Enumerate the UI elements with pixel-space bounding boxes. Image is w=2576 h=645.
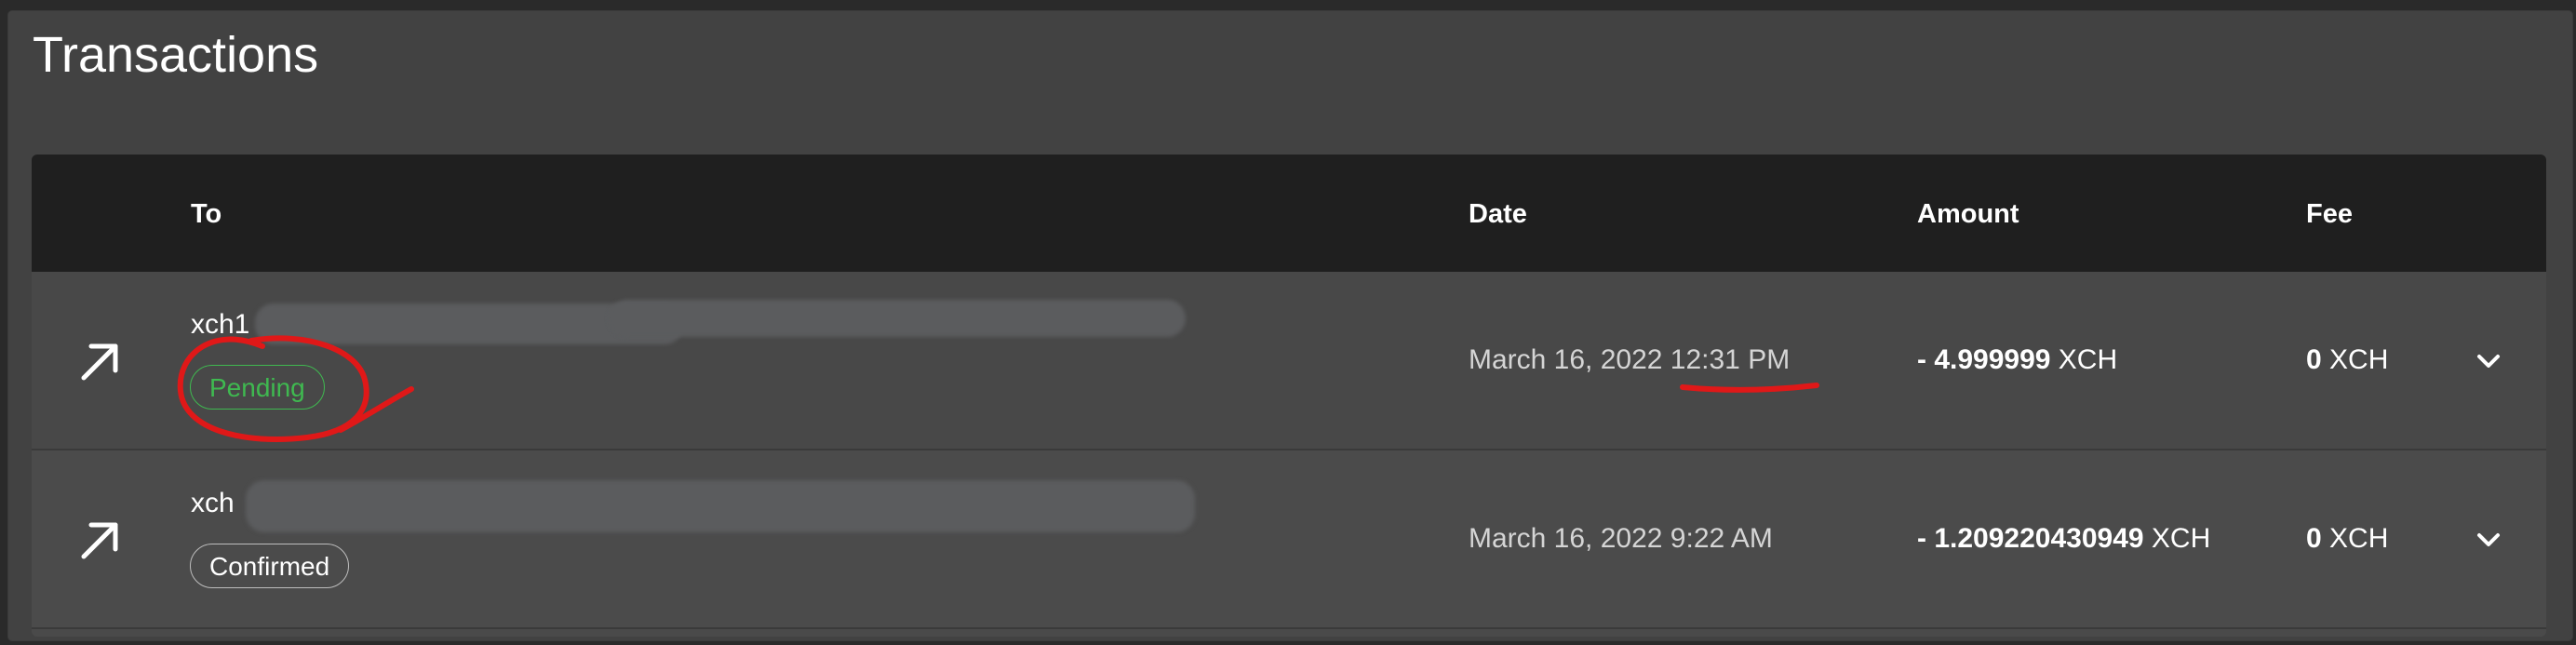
redacted-address-blur xyxy=(609,300,1186,337)
chevron-down-icon[interactable] xyxy=(2472,523,2505,557)
fee-value: 0 xyxy=(2306,344,2322,375)
column-header-fee[interactable]: Fee xyxy=(2306,199,2353,230)
chevron-down-icon[interactable] xyxy=(2472,344,2505,378)
recipient-address: xch1 xyxy=(191,309,250,340)
transaction-amount: - 4.999999 XCH xyxy=(1917,344,2117,376)
amount-value: - 1.209220430949 xyxy=(1917,523,2144,554)
transaction-date: March 16, 2022 9:22 AM xyxy=(1469,523,1773,554)
page-title: Transactions xyxy=(33,27,319,83)
column-header-date[interactable]: Date xyxy=(1469,199,1527,230)
transaction-date: March 16, 2022 12:31 PM xyxy=(1469,344,1791,375)
fee-value: 0 xyxy=(2306,523,2322,554)
table-header: To Date Amount Fee xyxy=(32,155,2546,272)
amount-unit: XCH xyxy=(2151,523,2211,554)
app-background: Transactions To Date Amount Fee xch1 Pen… xyxy=(0,0,2576,645)
transaction-amount: - 1.209220430949 XCH xyxy=(1917,523,2210,555)
fee-unit: XCH xyxy=(2329,344,2389,375)
amount-value: - 4.999999 xyxy=(1917,344,2051,375)
transactions-table: To Date Amount Fee xch1 Pending March 16… xyxy=(32,155,2546,637)
amount-unit: XCH xyxy=(2058,344,2118,375)
arrow-up-right-icon xyxy=(81,343,118,381)
arrow-up-right-icon xyxy=(81,522,118,559)
transaction-fee: 0 XCH xyxy=(2306,344,2388,376)
column-header-amount[interactable]: Amount xyxy=(1917,199,2019,230)
recipient-address: xch xyxy=(191,488,235,518)
status-badge: Pending xyxy=(190,365,325,410)
status-badge: Confirmed xyxy=(190,544,350,588)
table-row[interactable]: xch1 Pending March 16, 2022 12:31 PM - 4… xyxy=(32,272,2546,450)
redacted-address-blur xyxy=(246,480,1195,532)
transaction-fee: 0 XCH xyxy=(2306,523,2388,555)
transactions-card: Transactions To Date Amount Fee xch1 Pen… xyxy=(8,11,2572,640)
column-header-to[interactable]: To xyxy=(191,199,221,230)
fee-unit: XCH xyxy=(2329,523,2389,554)
table-row[interactable]: xch Confirmed March 16, 2022 9:22 AM - 1… xyxy=(32,450,2546,629)
